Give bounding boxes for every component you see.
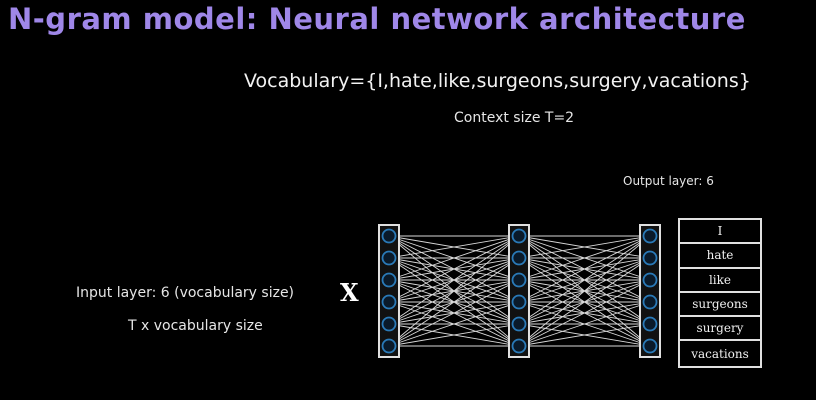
neuron-node	[511, 338, 527, 354]
output-vocabulary-table: Ihate like surgeons surgery vacations	[678, 218, 762, 368]
neuron-node	[642, 228, 658, 244]
neuron-node	[381, 338, 397, 354]
neuron-node	[511, 294, 527, 310]
layer-2	[508, 224, 530, 358]
neuron-node	[511, 250, 527, 266]
neuron-node	[511, 316, 527, 332]
vocab-word-cell: hate	[680, 244, 760, 269]
neuron-node	[381, 250, 397, 266]
vocab-word-cell: like	[680, 269, 760, 293]
neuron-node	[642, 272, 658, 288]
neuron-node	[381, 272, 397, 288]
vocab-word-cell: I	[680, 220, 760, 245]
vocab-word-cell: surgeons	[680, 293, 760, 318]
layer-box	[378, 224, 400, 358]
layer-box	[508, 224, 530, 358]
neuron-node	[381, 294, 397, 310]
neuron-node	[511, 272, 527, 288]
layer-box	[639, 224, 661, 358]
neuron-node	[642, 250, 658, 266]
neuron-node	[381, 228, 397, 244]
layer-1	[378, 224, 400, 358]
neuron-node	[511, 228, 527, 244]
vocab-word-cell: vacations	[691, 346, 749, 361]
neuron-node	[642, 316, 658, 332]
neuron-node	[381, 316, 397, 332]
vocab-word-cell: surgery	[680, 317, 760, 342]
neuron-node	[642, 294, 658, 310]
layer-3	[639, 224, 661, 358]
neuron-node	[642, 338, 658, 354]
